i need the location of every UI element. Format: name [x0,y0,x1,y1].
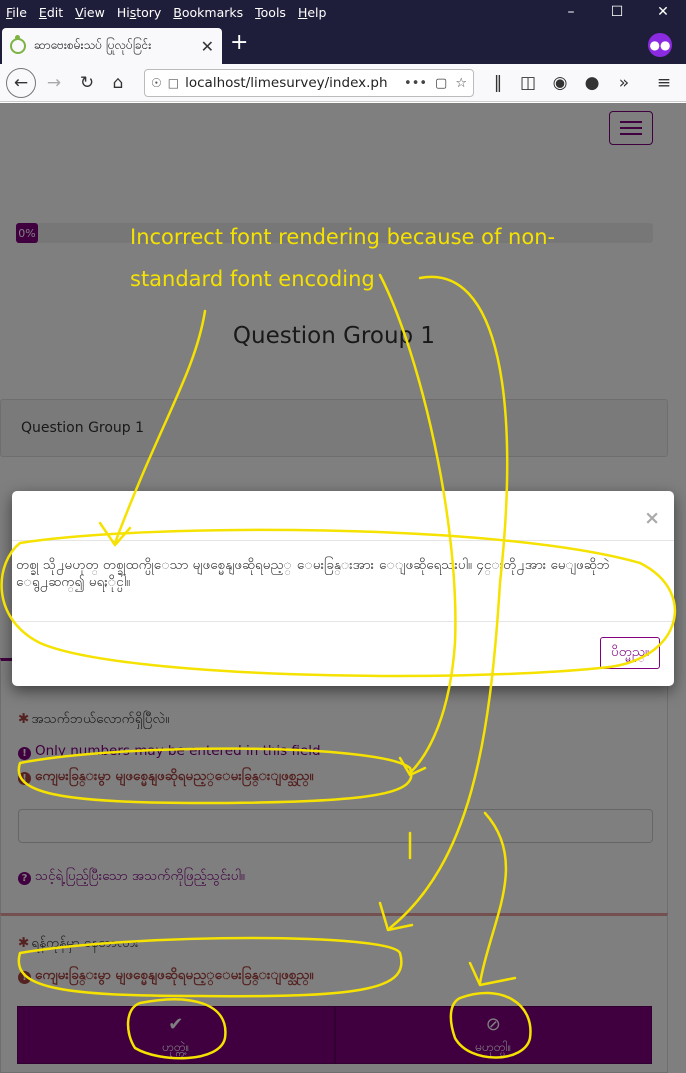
private-browsing-icon: ●● [648,33,672,57]
url-text[interactable]: localhost/limesurvey/index.ph [185,75,396,91]
back-icon[interactable]: ← [6,68,36,98]
modal-header-divider [12,540,674,541]
home-icon[interactable]: ⌂ [104,69,132,97]
extension-2-icon[interactable]: ● [578,69,606,97]
tab-close-icon[interactable]: ✕ [201,37,214,56]
page-actions-icon[interactable]: ••• [404,76,427,91]
new-tab-icon[interactable]: + [230,30,248,56]
annotation-text-line2: standard font encoding [130,267,375,291]
menu-view[interactable]: View [69,5,111,20]
menu-history[interactable]: History [111,5,167,20]
limesurvey-favicon-icon [10,35,26,54]
sidebar-icon[interactable]: ◫ [514,69,542,97]
modal-footer-divider [12,621,674,622]
modal-close-icon[interactable]: × [644,507,660,529]
nav-bar: ← → ↻ ⌂ ☉ □ localhost/limesurvey/index.p… [0,64,686,102]
forward-icon[interactable]: → [40,69,68,97]
modal-close-button[interactable]: ပိတ္မည္။ [600,637,660,669]
minimize-icon[interactable]: – [548,0,594,24]
close-window-icon[interactable]: ✕ [640,0,686,24]
tab-bar: ဆာဗေးစမ်းသပ် ပြုလုပ်ခြင်း ✕ [0,24,686,64]
mandatory-alert-modal: × တစ္ခု သို႕မဟုတ္ တစ္ခုထက္ပိုေသာ မျဖစ္မေ… [12,491,674,686]
shield-icon[interactable]: ☉ [151,76,162,90]
maximize-icon[interactable]: ☐ [594,0,640,24]
menu-bookmarks[interactable]: Bookmarks [167,5,249,20]
annotation-text-line1: Incorrect font rendering because of non- [130,225,556,249]
modal-body-text: တစ္ခု သို႕မဟုတ္ တစ္ခုထက္ပိုေသာ မျဖစ္မေနျ… [16,557,610,590]
page-info-icon[interactable]: □ [168,76,179,90]
tab-title: ဆာဗေးစမ်းသပ် ပြုလုပ်ခြင်း [34,38,152,52]
hamburger-menu-icon[interactable]: ≡ [650,69,678,97]
tab-survey[interactable]: ဆာဗေးစမ်းသပ် ပြုလုပ်ခြင်း ✕ [2,28,222,64]
pocket-icon[interactable]: ▢ [435,76,447,91]
library-icon[interactable]: ‖ [484,69,512,97]
menu-tools[interactable]: Tools [249,5,292,20]
menu-file[interactable]: File [0,5,33,20]
url-bar[interactable]: ☉ □ localhost/limesurvey/index.ph ••• ▢ … [144,69,474,97]
menu-edit[interactable]: Edit [33,5,69,20]
extension-icon[interactable]: ◉ [546,69,574,97]
bookmark-star-icon[interactable]: ☆ [455,76,467,91]
web-page: 0% Question Group 1 Question Group 1 ✱အသ… [0,103,686,1073]
menu-help[interactable]: Help [292,5,333,20]
overflow-chevron-icon[interactable]: » [610,69,638,97]
reload-icon[interactable]: ↻ [73,69,101,97]
